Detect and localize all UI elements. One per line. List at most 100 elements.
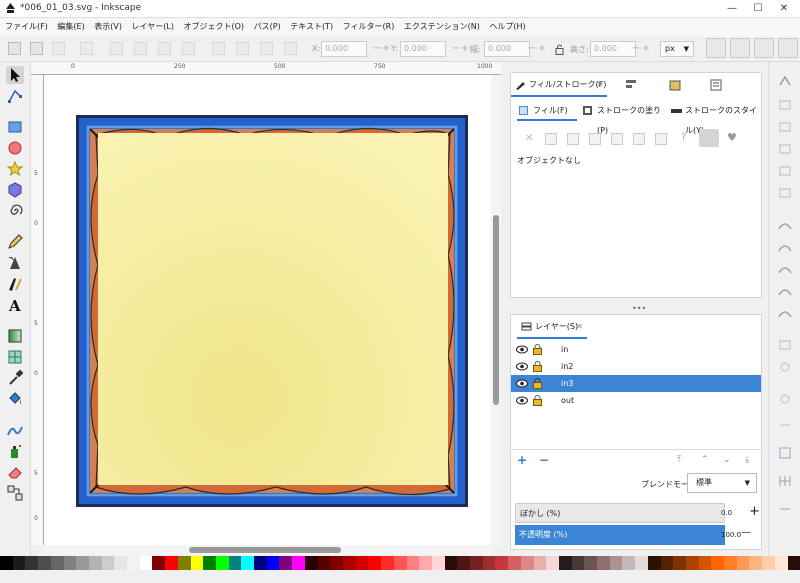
connector-tool-icon[interactable] [6,484,24,502]
eye-visible-icon[interactable] [516,362,528,371]
menu-extensions[interactable]: エクステンション(N) [404,18,480,36]
opacity-decrement[interactable]: — [741,527,751,538]
snap-path-intersections-icon[interactable] [777,262,793,276]
color-swatch[interactable] [622,556,636,570]
snap-bbox-center-icon[interactable] [777,186,793,200]
select-all-layers-icon[interactable] [30,42,43,55]
lower-layer-icon[interactable]: ⌄ [723,455,731,465]
remove-layer-button[interactable]: − [539,453,549,467]
color-swatch[interactable] [342,556,356,570]
color-swatch[interactable] [660,556,674,570]
subtab-stroke-style[interactable]: ストロークのスタイル(Y) [669,101,761,135]
color-swatch[interactable] [724,556,737,570]
menu-file[interactable]: ファイル(F) [5,18,48,36]
y-input[interactable]: 0.000 [400,41,446,57]
scroll-thumb[interactable] [189,547,341,553]
color-swatch[interactable] [546,556,559,570]
drawing-canvas[interactable] [44,75,491,545]
artwork-frame[interactable] [76,115,468,507]
rotate-ccw-icon[interactable] [80,42,93,55]
eye-visible-icon[interactable] [516,379,528,388]
flat-color-icon[interactable] [545,133,557,145]
eye-visible-icon[interactable] [516,345,528,354]
eye-visible-icon[interactable] [516,396,528,405]
color-swatch[interactable] [635,556,648,570]
select-all-icon[interactable] [8,42,21,55]
menu-edit[interactable]: 編集(E) [57,18,84,36]
snap-cusp-nodes-icon[interactable] [777,284,793,298]
snap-centers-icon[interactable] [777,360,793,374]
text-tool-icon[interactable]: A [6,296,24,314]
lock-icon[interactable] [533,378,542,389]
horizontal-ruler[interactable]: 0 250 500 750 1000 [31,62,501,75]
close-button[interactable]: ✕ [777,2,791,16]
subtab-fill[interactable]: フィル(F) [517,101,577,121]
maximize-button[interactable]: ☐ [751,2,765,16]
pattern-icon[interactable] [633,133,645,145]
color-swatch[interactable] [241,556,255,570]
raise-layer-icon[interactable]: ⌃ [701,455,709,465]
color-swatch[interactable] [762,556,775,570]
snap-bbox-midpoint-icon[interactable] [777,164,793,178]
color-swatch[interactable] [787,556,800,570]
color-swatch[interactable] [495,556,509,570]
tab-layers[interactable]: レイヤー(S) ✕ [517,315,587,339]
color-swatch[interactable] [673,556,686,570]
snap-paths-icon[interactable] [777,240,793,254]
opacity-value[interactable]: 100.0 [721,531,741,539]
color-swatch[interactable] [609,556,623,570]
gradient-tool-icon[interactable] [6,327,24,345]
lower-to-bottom-icon[interactable] [284,42,297,55]
color-swatch[interactable] [88,556,102,570]
color-swatch[interactable] [25,556,39,570]
transform-patterns-toggle[interactable] [778,38,798,58]
color-swatch[interactable] [304,556,318,570]
color-swatch[interactable] [774,556,788,570]
menu-path[interactable]: パス(P) [254,18,281,36]
color-swatch[interactable] [12,556,26,570]
menu-filters[interactable]: フィルター(R) [343,18,395,36]
height-increment[interactable]: + [636,41,656,57]
x-input[interactable]: 0.000 [321,41,367,57]
color-swatch[interactable] [127,556,140,570]
color-swatch[interactable] [685,556,699,570]
snap-nodes-icon[interactable] [777,218,793,232]
color-swatch[interactable] [406,556,420,570]
color-swatch[interactable] [533,556,547,570]
raise-to-top-icon[interactable]: ⤒ [677,455,681,465]
blend-mode-select[interactable]: 標準 ▼ [687,473,757,493]
flip-horizontal-icon[interactable] [158,42,171,55]
color-swatch[interactable] [317,556,331,570]
width-increment[interactable]: + [532,41,552,57]
color-swatch[interactable] [368,556,382,570]
layer-row-in[interactable]: in [511,341,761,358]
menu-object[interactable]: オブジェクト(O) [184,18,245,36]
layer-row-out[interactable]: out [511,392,761,409]
color-swatch[interactable] [114,556,128,570]
snap-bbox-corner-icon[interactable] [777,142,793,156]
subtab-stroke-paint[interactable]: ストロークの塗り(P) [581,101,665,135]
snap-bbox-icon[interactable] [777,98,793,112]
color-swatch[interactable] [76,556,89,570]
menu-view[interactable]: 表示(V) [94,18,122,36]
linear-gradient-icon[interactable] [567,133,579,145]
blur-increment[interactable]: + [749,504,760,519]
scale-stroke-toggle[interactable] [706,38,726,58]
color-swatch[interactable] [101,556,115,570]
selector-tool-icon[interactable] [6,66,24,84]
color-swatch[interactable] [393,556,407,570]
layer-name[interactable]: in2 [561,358,573,375]
deselect-icon[interactable] [52,42,65,55]
color-swatch[interactable] [152,556,166,570]
color-swatch[interactable] [520,556,534,570]
raise-to-top-icon[interactable] [212,42,225,55]
radial-gradient-icon[interactable] [589,133,601,145]
layer-name[interactable]: in [561,341,568,358]
menu-text[interactable]: テキスト(T) [290,18,333,36]
color-swatch[interactable] [647,556,661,570]
no-paint-icon[interactable]: ✕ [525,133,533,144]
lock-icon[interactable] [533,344,542,355]
scroll-thumb[interactable] [493,215,499,405]
close-icon[interactable]: ✕ [576,315,583,339]
color-swatch[interactable] [597,556,610,570]
